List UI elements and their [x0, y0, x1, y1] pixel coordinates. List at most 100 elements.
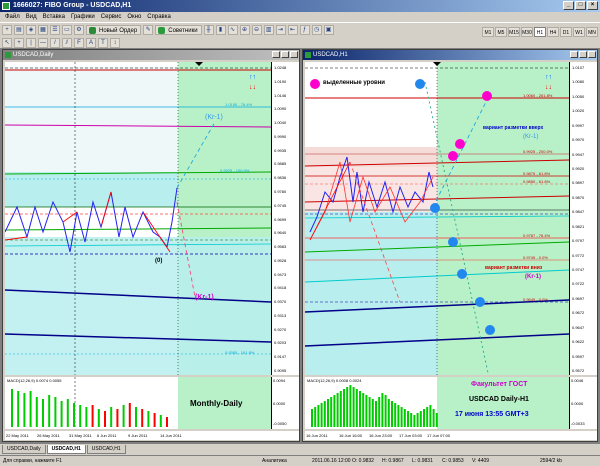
chart-window-icon: [305, 52, 311, 58]
tab-usdcad-h1-second[interactable]: USDCAD,H1: [86, 445, 126, 454]
menu-window[interactable]: Окно: [124, 12, 144, 22]
macd-bar: [400, 407, 403, 427]
price-axis-label: 1.0107: [572, 65, 585, 70]
cursor-icon[interactable]: ↖: [2, 38, 12, 48]
horizontal-line-icon[interactable]: —: [38, 38, 48, 48]
terminal-icon[interactable]: ▭: [62, 25, 72, 35]
timeframe-w1[interactable]: W1: [573, 27, 585, 37]
macd-indicator-pane[interactable]: MACD(12,26,9) 0.0008 0.0024 Факультет ГО…: [305, 377, 569, 429]
label-icon[interactable]: T: [98, 38, 108, 48]
timeframe-m5[interactable]: M5: [495, 27, 507, 37]
navigator-icon[interactable]: ☰: [50, 25, 60, 35]
expert-advisors-button[interactable]: Советники: [155, 25, 202, 35]
price-axis-label: 0.9847: [572, 209, 585, 215]
text-icon[interactable]: A: [86, 38, 96, 48]
vertical-line-icon[interactable]: |: [26, 38, 36, 48]
chart-minimize-button[interactable]: [570, 51, 578, 58]
price-axis-label: 0.9622: [572, 339, 585, 345]
status-high: H: 0.9867: [382, 458, 404, 464]
status-profile[interactable]: Аналитика: [262, 456, 287, 466]
tile-windows-icon[interactable]: ▥: [263, 25, 274, 35]
time-axis[interactable]: 22 May 2011 26 May 2011 31 May 2011 6 Ju…: [5, 431, 299, 440]
menu-tools[interactable]: Сервис: [98, 12, 125, 22]
macd-bar: [352, 387, 355, 427]
macd-bar: [159, 415, 162, 427]
editor-icon[interactable]: ✎: [143, 25, 154, 35]
bar-chart-icon[interactable]: ╫: [203, 25, 214, 35]
autoscroll-icon[interactable]: ⇥: [275, 25, 286, 35]
macd-bar: [317, 405, 320, 427]
menu-charts[interactable]: Графики: [68, 12, 98, 22]
chart-close-button[interactable]: [290, 51, 298, 58]
channel-icon[interactable]: ⫽: [62, 38, 72, 48]
fibonacci-icon[interactable]: F: [74, 38, 84, 48]
timeframe-m15[interactable]: M15: [508, 27, 520, 37]
price-chart-plot[interactable]: ↑↑ ↓↓ 1.0060 - 261.8% 0.9925 - 200.0% 0.…: [305, 62, 569, 375]
price-axis-label: 0.9772: [572, 252, 585, 258]
chart-window-title[interactable]: USDCAD,Daily: [3, 50, 299, 60]
menu-view[interactable]: Вид: [23, 12, 40, 22]
tester-icon[interactable]: ⚙: [74, 25, 84, 35]
market-watch-icon[interactable]: ◈: [26, 25, 36, 35]
indicators-icon[interactable]: ƒ: [299, 25, 310, 35]
variant-down-label: вариант разметки вниз: [485, 265, 543, 271]
chart-shift-icon[interactable]: ⇤: [287, 25, 298, 35]
chart-maximize-button[interactable]: [579, 51, 587, 58]
chart-window-daily[interactable]: USDCAD,Daily ↑↑ ↓↓ 1.0150 - 76.4% 0.9925…: [2, 49, 300, 442]
maximize-button[interactable]: □: [575, 1, 586, 10]
candle-chart-icon[interactable]: ▮: [215, 25, 226, 35]
price-axis-label: 1.0090: [274, 106, 287, 112]
trendline-icon[interactable]: /: [50, 38, 60, 48]
macd-bar: [42, 399, 44, 427]
line-chart-icon[interactable]: ∿: [227, 25, 238, 35]
price-axis-label: 0.9722: [572, 281, 585, 287]
minimize-button[interactable]: _: [563, 1, 574, 10]
menu-file[interactable]: Файл: [2, 12, 23, 22]
menu-insert[interactable]: Вставка: [40, 12, 68, 22]
macd-bar: [29, 391, 32, 427]
profiles-icon[interactable]: ▤: [14, 25, 24, 35]
price-axis-label: 0.9870: [572, 194, 585, 200]
macd-bar: [378, 397, 381, 427]
periods-icon[interactable]: ◷: [311, 25, 322, 35]
chart-maximize-button[interactable]: [281, 51, 289, 58]
timeframe-m1[interactable]: M1: [482, 27, 494, 37]
price-axis[interactable]: 1.0248 1.0190 1.0146 1.0090 1.0040 0.9990 0.99…: [271, 62, 299, 375]
macd-bar: [311, 409, 313, 427]
macd-axis: 0.0046 0.0000 -0.0033: [569, 377, 597, 429]
tab-usdcad-daily[interactable]: USDCAD,Daily: [2, 445, 46, 454]
macd-bar: [346, 387, 349, 427]
new-order-button[interactable]: Новый Ордер: [86, 25, 142, 35]
chart-window-title[interactable]: USDCAD,H1: [303, 50, 597, 60]
macd-bar: [426, 407, 429, 427]
zoom-in-icon[interactable]: ⊕: [239, 25, 250, 35]
timeframe-h4[interactable]: H4: [547, 27, 559, 37]
price-axis-label: 0.9528: [274, 257, 287, 263]
price-chart-plot[interactable]: ↑↑ ↓↓ 1.0150 - 76.4% 0.9925 - 100.0% 0.9…: [5, 62, 271, 375]
templates-icon[interactable]: ▣: [323, 25, 334, 35]
chart-window-h1[interactable]: USDCAD,H1 ↑↑ ↓↓ 1.0060 - 261.8% 0.9925 -…: [302, 49, 598, 442]
timeframe-m30[interactable]: M30: [521, 27, 533, 37]
arrows-icon[interactable]: ↕: [110, 38, 120, 48]
zoom-out-icon[interactable]: ⊖: [251, 25, 262, 35]
menu-help[interactable]: Справка: [144, 12, 174, 22]
time-axis[interactable]: 16 Jun 2011 16 Jun 16:00 16 Jun 23:00 17…: [305, 431, 597, 440]
macd-bar: [365, 395, 368, 427]
timeframe-mn[interactable]: MN: [586, 27, 598, 37]
macd-bar: [355, 389, 358, 427]
new-chart-icon[interactable]: +: [2, 25, 12, 35]
close-button[interactable]: ×: [587, 1, 598, 10]
macd-bar: [314, 407, 317, 427]
data-window-icon[interactable]: ▦: [38, 25, 48, 35]
crosshair-icon[interactable]: +: [14, 38, 24, 48]
status-low: L: 0.9831: [412, 458, 433, 464]
chart-close-button[interactable]: [588, 51, 596, 58]
timeframe-d1[interactable]: D1: [560, 27, 572, 37]
timeframe-h1[interactable]: H1: [534, 27, 546, 37]
price-axis[interactable]: 1.0107 1.0080 1.0050 1.0020 0.9997 0.9970 0.99…: [569, 62, 597, 375]
macd-indicator-pane[interactable]: MACD(12,26,9) 0.0074 0.0055 Monthly-Dail…: [5, 377, 271, 429]
svg-text:↓↓: ↓↓: [249, 84, 256, 91]
macd-bar: [413, 415, 416, 427]
chart-minimize-button[interactable]: [272, 51, 280, 58]
tab-usdcad-h1[interactable]: USDCAD,H1: [46, 445, 86, 454]
